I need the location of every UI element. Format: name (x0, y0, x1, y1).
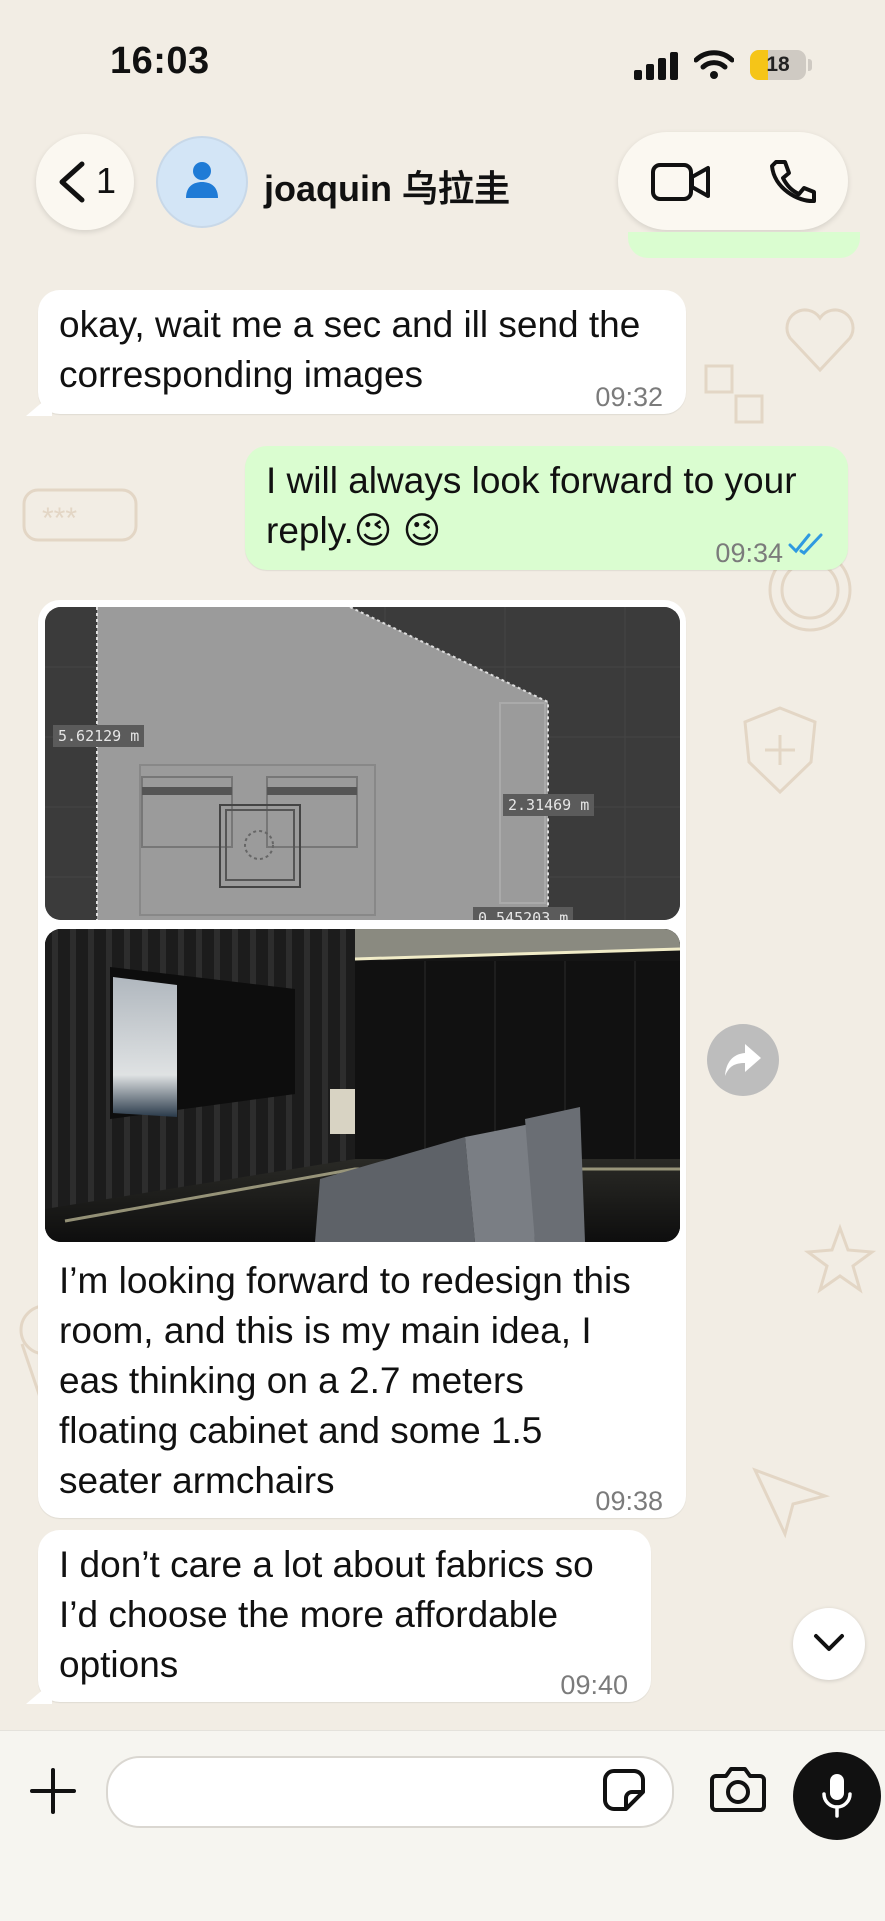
incoming-message[interactable]: okay, wait me a sec and ill send the cor… (38, 290, 686, 414)
microphone-icon (822, 1774, 852, 1818)
message-input-field[interactable] (106, 1756, 674, 1828)
doodle-password-icon: *** (22, 488, 138, 542)
cellular-signal-icon (634, 52, 678, 80)
forward-arrow-icon (725, 1044, 761, 1076)
forward-button[interactable] (707, 1024, 779, 1096)
voice-message-button[interactable] (793, 1752, 881, 1840)
message-time: 09:32 (595, 382, 663, 412)
message-text: I don’t care a lot about fabrics so I’d … (59, 1544, 594, 1685)
battery-cap (808, 59, 812, 71)
plus-icon[interactable] (28, 1766, 78, 1816)
contact-avatar[interactable] (156, 136, 248, 228)
floor-plan-image[interactable]: 5.62129 m 2.31469 m 0.545203 m (45, 607, 680, 920)
scroll-to-bottom-button[interactable] (793, 1608, 865, 1680)
doodle-heart-icon (785, 308, 855, 373)
message-input[interactable] (132, 1768, 596, 1816)
message-text: okay, wait me a sec and ill send the cor… (59, 304, 641, 395)
phone-call-icon[interactable] (768, 158, 816, 204)
person-icon (186, 162, 218, 198)
chevron-left-icon (59, 161, 85, 203)
battery-indicator: 18 (750, 50, 806, 80)
doodle-squares-icon (704, 364, 764, 424)
chevron-down-icon (814, 1634, 844, 1651)
status-time: 16:03 (110, 40, 210, 82)
call-actions (618, 132, 848, 230)
svg-text:***: *** (42, 502, 77, 535)
outgoing-bubble-partial (628, 232, 860, 258)
camera-icon[interactable] (710, 1766, 766, 1812)
video-call-icon[interactable] (650, 162, 712, 202)
room-render-image[interactable] (45, 929, 680, 1242)
measurement-label: 2.31469 m (503, 794, 595, 816)
read-receipt-icon (788, 533, 823, 555)
doodle-star-icon (803, 1223, 877, 1294)
message-time: 09:38 (595, 1486, 663, 1516)
back-button[interactable]: 1 (36, 134, 134, 230)
message-text: I’m looking forward to redesign this roo… (59, 1260, 631, 1501)
unread-count: 1 (96, 160, 117, 201)
floor-plan-drawing (45, 607, 680, 920)
contact-name[interactable]: joaquin 乌拉圭 (264, 160, 510, 212)
message-time: 09:40 (560, 1670, 628, 1700)
status-bar: 16:03 18 (0, 0, 885, 120)
outgoing-message[interactable]: I will always look forward to your reply… (245, 446, 848, 570)
sticker-icon[interactable] (602, 1768, 646, 1812)
message-time: 09:34 (715, 538, 783, 568)
doodle-shield-icon (743, 706, 817, 795)
measurement-label: 5.62129 m (53, 725, 145, 747)
doodle-cursor-icon (752, 1467, 831, 1539)
battery-percentage: 18 (766, 53, 790, 76)
wifi-icon (694, 50, 734, 79)
incoming-message[interactable]: I don’t care a lot about fabrics so I’d … (38, 1530, 651, 1702)
room-render-drawing (45, 929, 680, 1242)
measurement-label: 0.545203 m (473, 907, 574, 920)
